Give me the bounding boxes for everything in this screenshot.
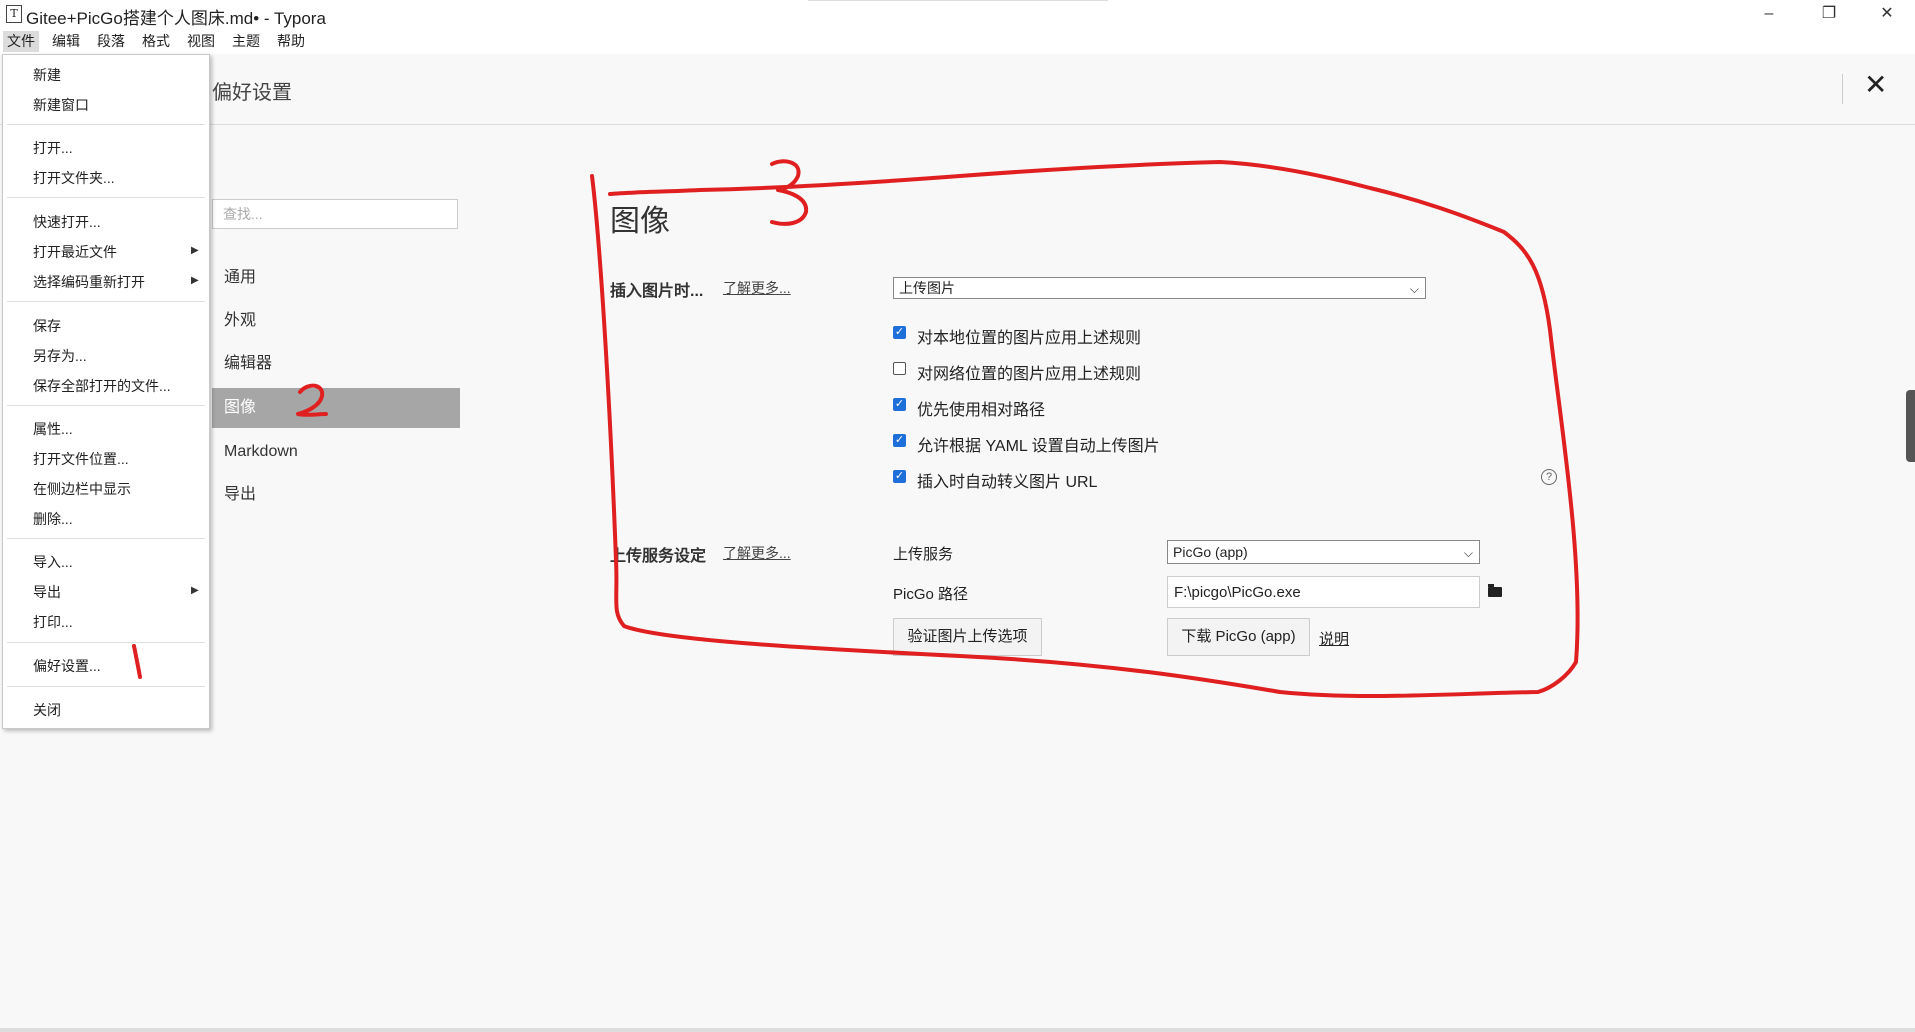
menu-separator — [7, 686, 205, 687]
option-label: 插入时自动转义图片 URL — [917, 474, 1098, 491]
menu-item-delete[interactable]: 删除... — [33, 509, 73, 529]
nav-markdown[interactable]: Markdown — [212, 432, 460, 472]
window-close-button[interactable]: ✕ — [1864, 2, 1910, 28]
explain-link[interactable]: 说明 — [1319, 628, 1349, 649]
upload-learn-more-link[interactable]: 了解更多... — [723, 543, 791, 563]
menu-paragraph[interactable]: 段落 — [93, 31, 129, 52]
submenu-arrow-icon: ▶ — [191, 585, 199, 596]
preferences-search-input[interactable] — [212, 199, 458, 229]
menu-item-save-all[interactable]: 保存全部打开的文件... — [33, 376, 171, 396]
menu-item-new-window[interactable]: 新建窗口 — [33, 95, 89, 115]
restore-button[interactable]: ❐ — [1806, 2, 1852, 28]
checkbox-checked-icon[interactable]: ✓ — [893, 434, 906, 447]
menu-item-import[interactable]: 导入... — [33, 552, 73, 572]
upload-service-value: PicGo (app) — [1173, 544, 1248, 560]
menu-item-reopen-with-encoding[interactable]: 选择编码重新打开 — [33, 272, 145, 292]
menu-separator — [7, 538, 205, 539]
option-label: 允许根据 YAML 设置自动上传图片 — [917, 438, 1160, 455]
picgo-path-input[interactable] — [1167, 576, 1480, 608]
option-label: 优先使用相对路径 — [917, 402, 1046, 419]
verify-upload-button[interactable]: 验证图片上传选项 — [893, 618, 1042, 656]
menu-separator — [7, 301, 205, 302]
close-preferences-icon[interactable]: ✕ — [1864, 68, 1887, 101]
menu-item-close[interactable]: 关闭 — [33, 700, 61, 720]
menu-file[interactable]: 文件 — [3, 31, 39, 52]
insert-learn-more-link[interactable]: 了解更多... — [723, 278, 791, 298]
submenu-arrow-icon: ▶ — [191, 245, 199, 256]
top-strip — [808, 0, 1108, 1]
menu-item-quick-open[interactable]: 快速打开... — [33, 212, 101, 232]
menu-view[interactable]: 视图 — [183, 31, 219, 52]
menu-item-open-folder[interactable]: 打开文件夹... — [33, 168, 115, 188]
bottom-border — [0, 1028, 1915, 1032]
menu-separator — [7, 405, 205, 406]
menu-item-new[interactable]: 新建 — [33, 65, 61, 85]
menu-format[interactable]: 格式 — [138, 31, 174, 52]
minimize-button[interactable]: – — [1746, 2, 1792, 28]
menu-separator — [7, 642, 205, 643]
nav-editor[interactable]: 编辑器 — [212, 344, 460, 384]
menu-item-export[interactable]: 导出 — [33, 582, 61, 602]
red-annotation-overlay — [132, 159, 1580, 699]
upload-service-label: 上传服务 — [893, 546, 954, 563]
section-title: 图像 — [610, 205, 670, 238]
menu-item-reveal-in-sidebar[interactable]: 在侧边栏中显示 — [33, 479, 131, 499]
option-label: 对本地位置的图片应用上述规则 — [917, 330, 1142, 347]
insert-action-select[interactable]: 上传图片 ⌵ — [893, 277, 1426, 299]
folder-icon[interactable] — [1488, 584, 1502, 597]
typora-app-icon: T — [6, 5, 22, 23]
title-bar: T Gitee+PicGo搭建个人图床.md• - Typora – ❐ ✕ — [0, 0, 1915, 28]
help-icon[interactable]: ? — [1541, 469, 1557, 485]
menu-help[interactable]: 帮助 — [273, 31, 309, 52]
preferences-title: 偏好设置 — [212, 82, 292, 104]
download-picgo-button[interactable]: 下载 PicGo (app) — [1167, 618, 1310, 656]
upload-service-select[interactable]: PicGo (app) ⌵ — [1167, 540, 1480, 564]
menu-item-open-file-location[interactable]: 打开文件位置... — [33, 449, 129, 469]
menu-item-save-as[interactable]: 另存为... — [33, 346, 87, 366]
checkbox-checked-icon[interactable]: ✓ — [893, 398, 906, 411]
menu-separator — [7, 124, 205, 125]
checkbox-unchecked-icon[interactable] — [893, 362, 906, 375]
menu-theme[interactable]: 主题 — [228, 31, 264, 52]
header-divider — [1842, 74, 1843, 104]
insert-action-value: 上传图片 — [899, 280, 955, 296]
side-scroll-handle[interactable] — [1906, 390, 1915, 462]
menu-bar: 文件 编辑 段落 格式 视图 主题 帮助 — [0, 28, 1915, 54]
menu-item-preferences[interactable]: 偏好设置... — [33, 656, 101, 676]
checkbox-checked-icon[interactable]: ✓ — [893, 326, 906, 339]
window-title: Gitee+PicGo搭建个人图床.md• - Typora — [26, 9, 326, 28]
picgo-path-label: PicGo 路径 — [893, 586, 969, 603]
annotation-mark-3 — [770, 159, 809, 226]
chevron-down-icon: ⌵ — [1409, 282, 1419, 296]
nav-export[interactable]: 导出 — [212, 475, 460, 515]
insert-image-label: 插入图片时... — [610, 283, 704, 300]
preferences-header: 偏好设置 ✕ — [0, 54, 1915, 125]
menu-item-print[interactable]: 打印... — [33, 612, 73, 632]
menu-edit[interactable]: 编辑 — [48, 31, 84, 52]
nav-general[interactable]: 通用 — [212, 258, 460, 298]
menu-item-save[interactable]: 保存 — [33, 316, 61, 336]
nav-image[interactable]: 图像 — [212, 388, 460, 428]
menu-item-properties[interactable]: 属性... — [33, 419, 73, 439]
menu-item-open-recent[interactable]: 打开最近文件 — [33, 242, 117, 262]
file-menu-dropdown: 新建 新建窗口 打开... 打开文件夹... 快速打开... 打开最近文件 ▶ … — [2, 54, 210, 729]
checkbox-checked-icon[interactable]: ✓ — [893, 470, 906, 483]
menu-item-open[interactable]: 打开... — [33, 138, 73, 158]
annotation-loop — [590, 160, 1580, 699]
menu-separator — [7, 197, 205, 198]
upload-service-setting-label: 上传服务设定 — [610, 548, 707, 565]
submenu-arrow-icon: ▶ — [191, 275, 199, 286]
nav-appearance[interactable]: 外观 — [212, 301, 460, 341]
chevron-down-icon: ⌵ — [1463, 546, 1473, 560]
option-label: 对网络位置的图片应用上述规则 — [917, 366, 1142, 383]
